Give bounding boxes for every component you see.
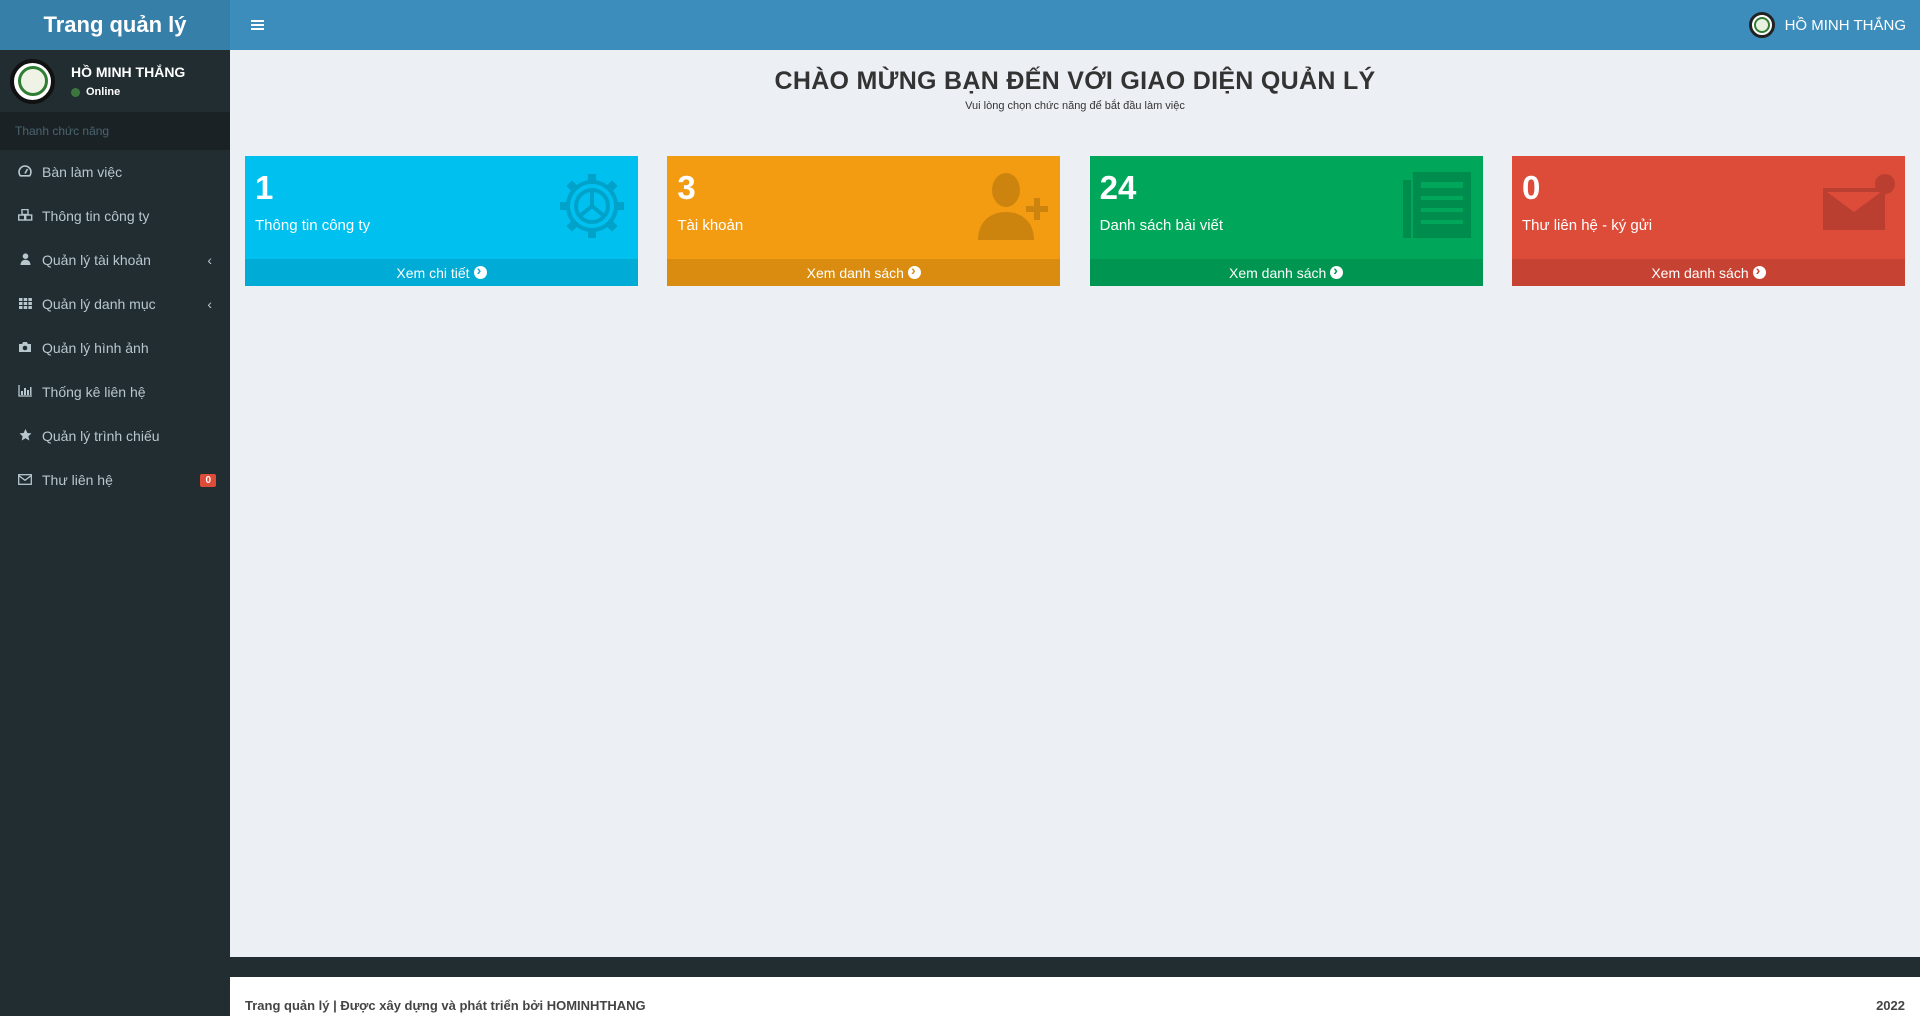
status-label: Online [86, 86, 121, 98]
main-content: CHÀO MỪNG BẠN ĐẾN VỚI GIAO DIỆN QUẢN LÝ … [230, 50, 1920, 957]
sidebar-item-label: Quản lý tài khoản [42, 252, 151, 268]
top-navbar: HỒ MINH THẮNG [230, 0, 1920, 50]
sidebar-item-label: Quản lý danh mục [42, 296, 156, 312]
page-footer: Trang quản lý | Được xây dựng và phát tr… [230, 977, 1920, 1016]
sidebar: HỒ MINH THẮNG Online Thanh chức năng Bàn… [0, 50, 230, 1016]
sidebar-toggle-button[interactable] [244, 12, 270, 38]
user-status: Online [71, 86, 185, 98]
view-details-link[interactable]: Xem chi tiết [245, 259, 638, 286]
stat-boxes: 1 Thông tin công ty Xem chi tiết › 3 Tài… [245, 156, 1905, 286]
count-badge: 0 [200, 473, 216, 487]
sidebar-item-company-info[interactable]: Thông tin công ty [0, 194, 230, 238]
arrow-circle-right-icon [1330, 262, 1344, 279]
user-menu[interactable]: HỒ MINH THẮNG [1748, 0, 1906, 50]
footer-divider [230, 957, 1920, 977]
grid-icon [17, 297, 33, 312]
chevron-left-icon: ‹ [207, 252, 212, 268]
arrow-circle-right-icon [473, 262, 487, 279]
view-list-link[interactable]: Xem danh sách [1511, 259, 1905, 286]
star-icon [17, 428, 33, 444]
avatar [1748, 12, 1775, 38]
sidebar-item-label: Thông tin công ty [42, 208, 150, 224]
cubes-icon [17, 208, 33, 224]
bar-chart-icon [17, 384, 33, 400]
sidebar-user-name: HỒ MINH THẮNG [71, 64, 186, 80]
sidebar-item-slideshow[interactable]: Quản lý trình chiếu [0, 414, 230, 458]
user-plus-icon [978, 173, 1049, 240]
camera-icon [17, 341, 33, 356]
view-list-link[interactable]: Xem danh sách [1089, 259, 1483, 286]
page-title: CHÀO MỪNG BẠN ĐẾN VỚI GIAO DIỆN QUẢN LÝ [774, 67, 1376, 95]
sidebar-item-categories[interactable]: Quản lý danh mục ‹ [0, 282, 230, 326]
avatar [10, 58, 55, 104]
hamburger-icon [250, 20, 264, 22]
sidebar-item-label: Thống kê liên hệ [42, 384, 146, 400]
footer-credit: Trang quản lý | Được xây dựng và phát tr… [245, 998, 646, 1013]
user-icon [17, 252, 33, 268]
app-logo[interactable]: Trang quản lý [0, 0, 230, 50]
sidebar-item-contact-stats[interactable]: Thống kê liên hệ [0, 370, 230, 414]
online-status-icon [71, 87, 80, 97]
gear-icon [560, 174, 624, 238]
sidebar-header: Thanh chức năng [0, 112, 230, 150]
sidebar-item-label: Quản lý hình ảnh [42, 340, 149, 356]
arrow-circle-right-icon [907, 262, 921, 279]
envelope-icon [1822, 174, 1895, 230]
view-list-link[interactable]: Xem danh sách [667, 259, 1061, 286]
stat-box-articles: 24 Danh sách bài viết Xem danh sách [1089, 156, 1483, 286]
arrow-circle-right-icon [1752, 262, 1766, 279]
sidebar-menu: Bàn làm việc Thông tin công ty Quản lý t… [0, 150, 230, 502]
sidebar-item-label: Bàn làm việc [42, 164, 123, 180]
sidebar-item-dashboard[interactable]: Bàn làm việc [0, 150, 230, 194]
newspaper-icon [1402, 172, 1471, 238]
footer-year: 2022 [1876, 998, 1905, 1013]
sidebar-item-images[interactable]: Quản lý hình ảnh [0, 326, 230, 370]
navbar-user-name: HỒ MINH THẮNG [1784, 16, 1906, 34]
dashboard-icon [17, 164, 33, 180]
sidebar-item-label: Quản lý trình chiếu [42, 428, 160, 444]
stat-box-company-info: 1 Thông tin công ty Xem chi tiết › [245, 156, 638, 286]
user-panel: HỒ MINH THẮNG Online [0, 50, 230, 112]
stat-box-accounts: 3 Tài khoản Xem danh sách [667, 156, 1061, 286]
page-subtitle: Vui lòng chọn chức năng để bắt đầu làm v… [965, 100, 1185, 112]
sidebar-item-contact-mail[interactable]: Thư liên hệ 0 [0, 458, 230, 502]
chevron-left-icon: ‹ [207, 296, 212, 312]
envelope-icon [17, 473, 33, 488]
sidebar-item-accounts[interactable]: Quản lý tài khoản ‹ [0, 238, 230, 282]
sidebar-item-label: Thư liên hệ [42, 472, 113, 488]
stat-box-contact-mail: 0 Thư liên hệ - ký gửi Xem danh sách [1511, 156, 1905, 286]
